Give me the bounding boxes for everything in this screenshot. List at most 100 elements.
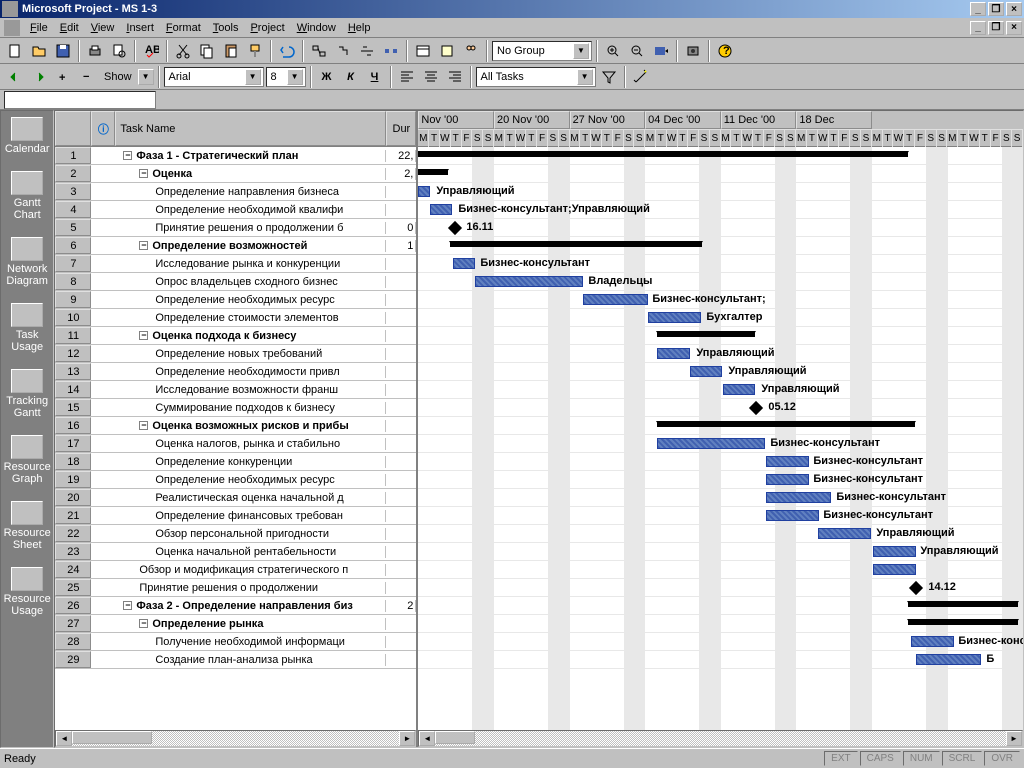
menu-help[interactable]: Help [342,20,377,36]
task-row[interactable]: 9Определение необходимых ресурс [55,291,416,309]
task-name-cell[interactable]: Опрос владельцев сходного бизнес [115,276,386,288]
open-button[interactable] [28,40,50,62]
align-right-button[interactable] [444,66,466,88]
row-id[interactable]: 3 [55,183,91,200]
menu-format[interactable]: Format [160,20,207,36]
row-id[interactable]: 14 [55,381,91,398]
row-id[interactable]: 1 [55,147,91,164]
indent-button[interactable] [28,66,50,88]
task-row[interactable]: 12Определение новых требований [55,345,416,363]
chevron-down-icon[interactable]: ▼ [577,69,593,85]
show-subtasks-button[interactable]: + [52,66,74,88]
chevron-down-icon[interactable]: ▼ [287,69,303,85]
task-name-cell[interactable]: Суммирование подходов к бизнесу [115,402,386,414]
task-name-cell[interactable]: −Оценка [115,168,386,180]
task-info-button[interactable] [412,40,434,62]
task-bar[interactable] [690,366,722,377]
zoom-in-button[interactable] [602,40,624,62]
task-name-cell[interactable]: −Фаза 1 - Стратегический план [115,150,386,162]
task-bar[interactable] [648,312,701,323]
task-row[interactable]: 23Оценка начальной рентабельности [55,543,416,561]
task-name-cell[interactable]: Принятие решения о продолжении б [115,222,386,234]
task-name-cell[interactable]: Получение необходимой информаци [115,636,386,648]
format-painter-button[interactable] [244,40,266,62]
view-network[interactable]: Network Diagram [1,235,53,289]
row-id[interactable]: 2 [55,165,91,182]
paste-button[interactable] [220,40,242,62]
task-name-cell[interactable]: −Определение рынка [115,618,386,630]
chevron-down-icon[interactable]: ▼ [573,43,589,59]
mdi-minimize-button[interactable]: _ [970,21,986,35]
link-tasks-button[interactable] [332,40,354,62]
task-name-cell[interactable]: Оценка начальной рентабельности [115,546,386,558]
task-row[interactable]: 21Определение финансовых требован [55,507,416,525]
task-row[interactable]: 29 Создание план-анализа рынка [55,651,416,669]
duration-cell[interactable]: 0 [386,222,416,234]
close-button[interactable]: × [1006,2,1022,16]
task-name-cell[interactable]: Определение необходимых ресурс [115,474,386,486]
task-name-cell[interactable]: Определение необходимых ресурс [115,294,386,306]
task-bar[interactable] [916,654,981,665]
view-res-graph[interactable]: Resource Graph [1,433,53,487]
row-id[interactable]: 18 [55,453,91,470]
col-header-duration[interactable]: Dur [386,111,416,146]
task-bar[interactable] [911,636,954,647]
task-bar[interactable] [430,204,452,215]
row-id[interactable]: 7 [55,255,91,272]
summary-bar[interactable] [657,331,755,337]
task-row[interactable]: 14 Исследование возможности франш [55,381,416,399]
split-task-button[interactable] [380,40,402,62]
menu-edit[interactable]: Edit [54,20,85,36]
task-row[interactable]: 15 Суммирование подходов к бизнесу [55,399,416,417]
hide-subtasks-button[interactable]: − [76,66,98,88]
task-name-cell[interactable]: Исследование возможности франш [115,384,386,396]
task-name-cell[interactable]: Оценка налогов, рынка и стабильно [115,438,386,450]
row-id[interactable]: 29 [55,651,91,668]
task-row[interactable]: 4Определение необходимой квалифи [55,201,416,219]
task-row[interactable]: 7 Исследование рынка и конкуренции [55,255,416,273]
task-bar[interactable] [818,528,871,539]
row-id[interactable]: 4 [55,201,91,218]
menu-window[interactable]: Window [291,20,342,36]
task-row[interactable]: 11−Оценка подхода к бизнесу [55,327,416,345]
zoom-out-button[interactable] [626,40,648,62]
link-button[interactable] [308,40,330,62]
row-id[interactable]: 26 [55,597,91,614]
mdi-restore-button[interactable]: ❐ [988,21,1004,35]
milestone-icon[interactable] [909,581,923,595]
menu-view[interactable]: View [85,20,121,36]
copy-button[interactable] [196,40,218,62]
summary-bar[interactable] [908,601,1018,607]
print-button[interactable] [84,40,106,62]
task-name-cell[interactable]: Создание план-анализа рынка [115,654,386,666]
task-bar[interactable] [766,456,809,467]
unlink-tasks-button[interactable] [356,40,378,62]
task-bar[interactable] [418,186,430,197]
col-header-info[interactable]: ⓘ [91,111,115,146]
task-bar[interactable] [873,546,916,557]
col-header-name[interactable]: Task Name [115,111,386,146]
collapse-icon[interactable]: − [139,241,148,250]
minimize-button[interactable]: _ [970,2,986,16]
group-combo[interactable]: No Group ▼ [492,41,592,61]
filter-combo[interactable]: All Tasks ▼ [476,67,596,87]
goto-task-button[interactable] [650,40,672,62]
task-name-cell[interactable]: Исследование рынка и конкуренции [115,258,386,270]
summary-bar[interactable] [418,151,908,157]
view-gantt[interactable]: Gantt Chart [1,169,53,223]
maximize-button[interactable]: ❐ [988,2,1004,16]
task-row[interactable]: 24Обзор и модификация стратегического п [55,561,416,579]
align-center-button[interactable] [420,66,442,88]
summary-bar[interactable] [657,421,915,427]
menu-insert[interactable]: Insert [120,20,160,36]
task-name-cell[interactable]: Принятие решения о продолжении [115,582,386,594]
task-notes-button[interactable] [436,40,458,62]
task-bar[interactable] [766,492,831,503]
row-id[interactable]: 21 [55,507,91,524]
task-name-cell[interactable]: −Фаза 2 - Определение направления биз [115,600,386,612]
collapse-icon[interactable]: − [123,151,132,160]
task-row[interactable]: 18Определение конкуренции [55,453,416,471]
task-bar[interactable] [475,276,583,287]
underline-button[interactable]: Ч [364,66,386,88]
row-id[interactable]: 15 [55,399,91,416]
